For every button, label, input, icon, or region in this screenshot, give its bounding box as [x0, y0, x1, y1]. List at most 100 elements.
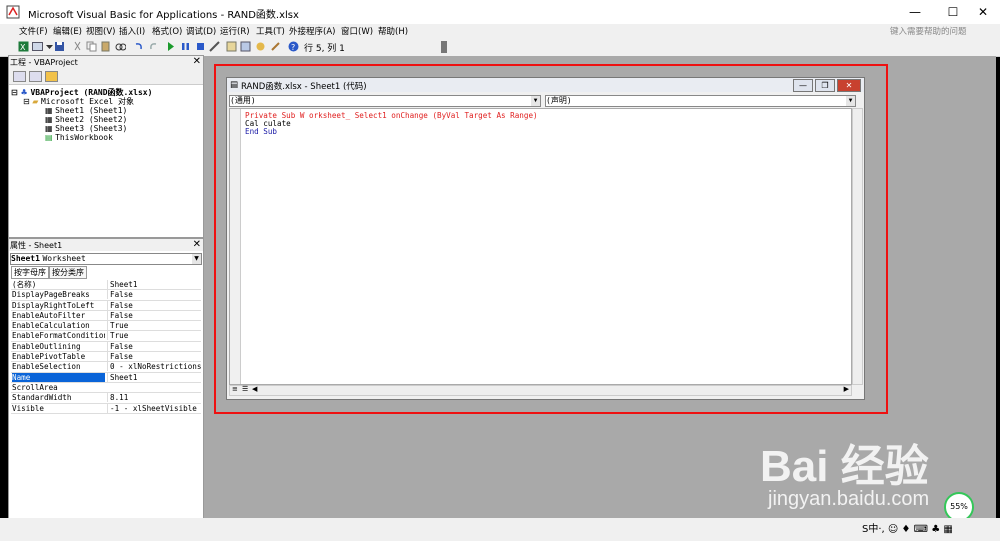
save-icon[interactable]	[54, 41, 65, 52]
object-browser-icon[interactable]	[255, 41, 266, 52]
property-value[interactable]: False	[107, 300, 204, 310]
close-icon[interactable]: ✕	[193, 239, 201, 250]
minimize-button[interactable]: —	[898, 0, 932, 24]
property-row[interactable]: DisplayPageBreaks False	[11, 290, 204, 301]
tab-alphabetic[interactable]: 按字母序	[11, 266, 49, 279]
properties-panel-title: 属性 - Sheet1	[10, 241, 63, 250]
property-value[interactable]: True	[107, 331, 204, 341]
break-icon[interactable]	[180, 41, 191, 52]
property-name: EnableAutoFilter	[12, 310, 86, 320]
chevron-down-icon[interactable]: ▼	[846, 96, 855, 106]
toolbox-icon[interactable]	[270, 41, 281, 52]
menu-view[interactable]: 视图(V)	[86, 25, 115, 37]
property-row[interactable]: DisplayRightToLeft False	[11, 300, 204, 311]
toolbar-grip[interactable]	[441, 41, 447, 53]
paste-icon[interactable]	[100, 41, 111, 52]
menu-help[interactable]: 帮助(H)	[378, 25, 408, 37]
tree-item-sheet3[interactable]: ▦ Sheet3 (Sheet3)	[45, 124, 127, 133]
ime-tray[interactable]: S中·, ☺ ♦ ⌨ ♣ ▦	[862, 520, 953, 535]
reset-icon[interactable]	[195, 41, 206, 52]
design-mode-icon[interactable]	[209, 41, 220, 52]
view-code-icon[interactable]	[13, 71, 26, 82]
vertical-scrollbar[interactable]	[852, 108, 863, 385]
run-icon[interactable]	[165, 41, 176, 52]
excel-view-icon[interactable]: X	[18, 41, 29, 52]
property-row[interactable]: ScrollArea	[11, 383, 201, 394]
title-bar: Microsoft Visual Basic for Applications …	[0, 0, 1000, 24]
horizontal-scrollbar[interactable]: ≡ ☰ ◀ ▶	[229, 385, 852, 396]
property-row[interactable]: EnableFormatConditions True	[11, 331, 204, 342]
property-name: (名称)	[12, 280, 37, 289]
scroll-right-icon[interactable]: ▶	[844, 385, 849, 393]
undo-icon[interactable]	[133, 41, 144, 52]
property-value[interactable]: -1 - xlSheetVisible	[107, 403, 204, 413]
sheet-icon: ▦	[45, 115, 53, 124]
toggle-folders-icon[interactable]	[45, 71, 58, 82]
close-icon[interactable]: ✕	[193, 56, 201, 67]
property-row[interactable]: EnablePivotTable False	[11, 352, 204, 363]
property-value[interactable]: 0 - xlNoRestrictions	[107, 362, 204, 372]
property-value[interactable]: Sheet1	[107, 280, 204, 289]
property-value[interactable]: True	[107, 321, 204, 331]
property-value[interactable]: False	[107, 310, 204, 320]
minimize-button[interactable]: —	[793, 79, 813, 92]
workbook-icon: ▤	[45, 133, 53, 142]
code-editor[interactable]: Private Sub W orksheet_ Select1 onChange…	[229, 108, 852, 385]
property-row[interactable]: (名称) Sheet1	[11, 280, 204, 291]
property-value[interactable]: False	[107, 290, 204, 300]
tree-item-label: ThisWorkbook	[55, 133, 113, 142]
full-module-view-icon[interactable]: ☰	[242, 385, 248, 393]
property-row[interactable]: StandardWidth 8.11	[11, 393, 204, 404]
close-button[interactable]: ✕	[837, 79, 861, 92]
tree-item-sheet2[interactable]: ▦ Sheet2 (Sheet2)	[45, 115, 127, 124]
property-row[interactable]: Name Sheet1	[11, 372, 204, 383]
property-name: EnableOutlining	[12, 341, 81, 351]
procedure-view-icon[interactable]: ≡	[232, 385, 238, 393]
cut-icon[interactable]	[72, 41, 83, 52]
object-selector[interactable]: Sheet1 Worksheet ▼	[10, 253, 202, 265]
tab-categorized[interactable]: 按分类序	[49, 266, 87, 279]
chevron-down-icon[interactable]: ▼	[531, 96, 540, 106]
help-icon[interactable]: ?	[288, 41, 299, 52]
property-value[interactable]: False	[107, 341, 204, 351]
project-explorer-icon[interactable]	[226, 41, 237, 52]
property-row[interactable]: EnableSelection 0 - xlNoRestrictions	[11, 362, 204, 373]
insert-userform-icon[interactable]	[32, 41, 43, 52]
property-value[interactable]: False	[107, 352, 204, 362]
menu-window[interactable]: 窗口(W)	[341, 25, 373, 37]
view-object-icon[interactable]	[29, 71, 42, 82]
collapse-icon[interactable]: ⊟	[23, 97, 30, 106]
tree-item-thisworkbook[interactable]: ▤ ThisWorkbook	[45, 133, 113, 142]
scroll-left-icon[interactable]: ◀	[252, 385, 257, 393]
menu-insert[interactable]: 插入(I)	[119, 25, 145, 37]
svg-text:X: X	[20, 43, 26, 52]
menu-tools[interactable]: 工具(T)	[256, 25, 285, 37]
chevron-down-icon[interactable]: ▼	[192, 254, 201, 264]
property-value[interactable]: Sheet1	[107, 372, 204, 382]
copy-icon[interactable]	[86, 41, 97, 52]
close-button[interactable]: ✕	[966, 0, 1000, 24]
find-icon[interactable]	[115, 41, 126, 52]
collapse-icon[interactable]: ⊟	[11, 88, 18, 97]
property-row[interactable]: EnableOutlining False	[11, 341, 204, 353]
object-combo[interactable]: (通用) ▼	[229, 95, 541, 107]
maximize-button[interactable]: ☐	[936, 0, 970, 24]
redo-icon[interactable]	[148, 41, 159, 52]
procedure-combo[interactable]: (声明) ▼	[545, 95, 856, 107]
menu-file[interactable]: 文件(F)	[19, 25, 48, 37]
restore-button[interactable]: ❐	[815, 79, 835, 92]
menu-debug[interactable]: 调试(D)	[186, 25, 216, 37]
menu-addins[interactable]: 外接程序(A)	[289, 25, 335, 37]
property-row[interactable]: EnableCalculation True	[11, 321, 204, 332]
properties-window-icon[interactable]	[240, 41, 251, 52]
tree-item-sheet1[interactable]: ▦ Sheet1 (Sheet1)	[45, 106, 127, 115]
help-search-input[interactable]: 键入需要帮助的问题	[890, 25, 990, 37]
menu-run[interactable]: 运行(R)	[220, 25, 250, 37]
code-line-3[interactable]: End Sub	[245, 127, 277, 136]
menu-edit[interactable]: 编辑(E)	[53, 25, 82, 37]
property-row[interactable]: EnableAutoFilter False	[11, 310, 204, 322]
property-row[interactable]: Visible -1 - xlSheetVisible	[11, 403, 204, 414]
property-value[interactable]: 8.11	[107, 393, 204, 403]
menu-format[interactable]: 格式(O)	[152, 25, 182, 37]
properties-panel-header: 属性 - Sheet1 ✕	[9, 239, 203, 251]
